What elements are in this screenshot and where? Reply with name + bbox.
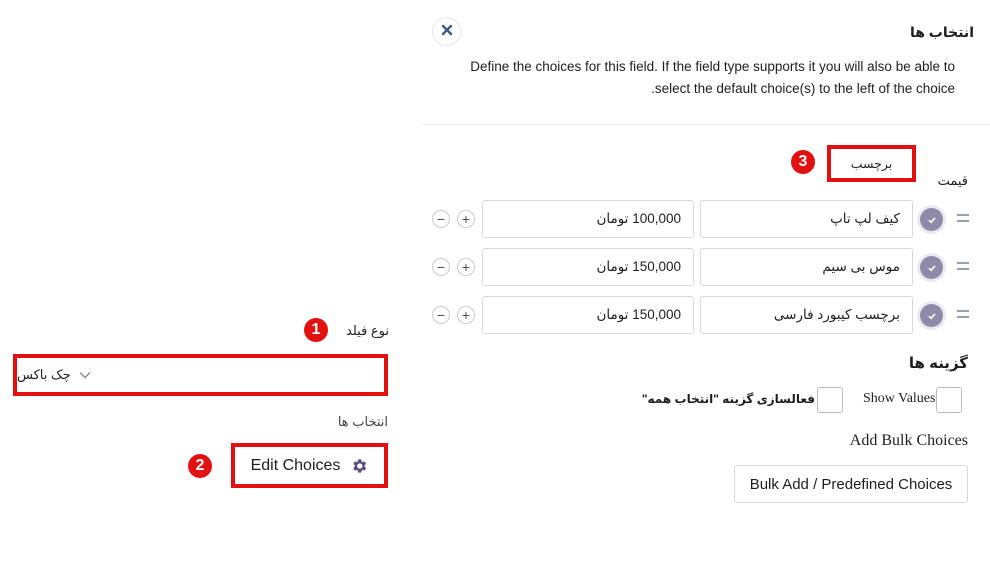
choice-price-input[interactable]: 150,000 تومان	[482, 296, 694, 334]
edit-choices-button[interactable]: Edit Choices	[231, 443, 388, 488]
field-type-select[interactable]: چک باکس	[13, 354, 388, 396]
divider	[422, 124, 990, 125]
choice-label-input[interactable]: موس بی سیم	[700, 248, 913, 286]
close-icon	[441, 23, 453, 41]
select-all-checkbox[interactable]	[817, 387, 843, 413]
panel-description: Define the choices for this field. If th…	[415, 56, 955, 100]
select-all-label: فعالسازی گزینه "انتخاب همه"	[641, 392, 815, 406]
description-line-1: Define the choices for this field. If th…	[470, 59, 955, 74]
annotation-badge-2: 2	[188, 454, 212, 478]
plus-icon[interactable]: +	[457, 306, 475, 324]
drag-handle-icon[interactable]	[957, 259, 969, 273]
minus-icon[interactable]: −	[432, 258, 450, 276]
edit-choices-label: Edit Choices	[250, 456, 341, 474]
description-line-2: .select the default choice(s) to the lef…	[651, 81, 955, 96]
show-values-checkbox[interactable]	[936, 387, 962, 413]
minus-icon[interactable]: −	[432, 210, 450, 228]
options-title: گزینه ها	[908, 355, 968, 372]
check-icon[interactable]	[920, 256, 943, 279]
field-type-label: نوع فیلد	[346, 323, 389, 338]
column-header-price: قیمت	[937, 173, 968, 188]
choice-row: − + 150,000 تومان برچسب کیبورد فارسی	[430, 296, 975, 334]
drag-handle-icon[interactable]	[957, 307, 969, 321]
choices-label: انتخاب ها	[337, 414, 388, 429]
check-icon[interactable]	[920, 208, 943, 231]
minus-icon[interactable]: −	[432, 306, 450, 324]
bulk-choices-title: Add Bulk Choices	[849, 432, 968, 449]
close-button[interactable]	[432, 17, 461, 46]
chevron-down-icon	[79, 368, 91, 382]
plus-icon[interactable]: +	[457, 210, 475, 228]
choice-label-input[interactable]: برچسب کیبورد فارسی	[700, 296, 913, 334]
check-icon[interactable]	[920, 304, 943, 327]
choice-row: − + 150,000 تومان موس بی سیم	[430, 248, 975, 286]
choice-row: − + 100,000 تومان کیف لپ تاپ	[430, 200, 975, 238]
field-type-select-inner: چک باکس	[17, 367, 91, 383]
annotation-badge-1: 1	[304, 318, 328, 342]
choice-price-input[interactable]: 150,000 تومان	[482, 248, 694, 286]
show-values-label: Show Values	[863, 391, 936, 406]
bulk-add-button[interactable]: Bulk Add / Predefined Choices	[734, 465, 968, 503]
plus-icon[interactable]: +	[457, 258, 475, 276]
choice-label-input[interactable]: کیف لپ تاپ	[700, 200, 913, 238]
drag-handle-icon[interactable]	[957, 211, 969, 225]
choice-price-input[interactable]: 100,000 تومان	[482, 200, 694, 238]
panel-title: انتخاب ها	[909, 24, 974, 40]
column-header-label: برچسب	[827, 145, 916, 182]
annotation-badge-3: 3	[791, 150, 815, 174]
gear-icon	[350, 457, 368, 475]
field-type-value: چک باکس	[17, 367, 71, 382]
